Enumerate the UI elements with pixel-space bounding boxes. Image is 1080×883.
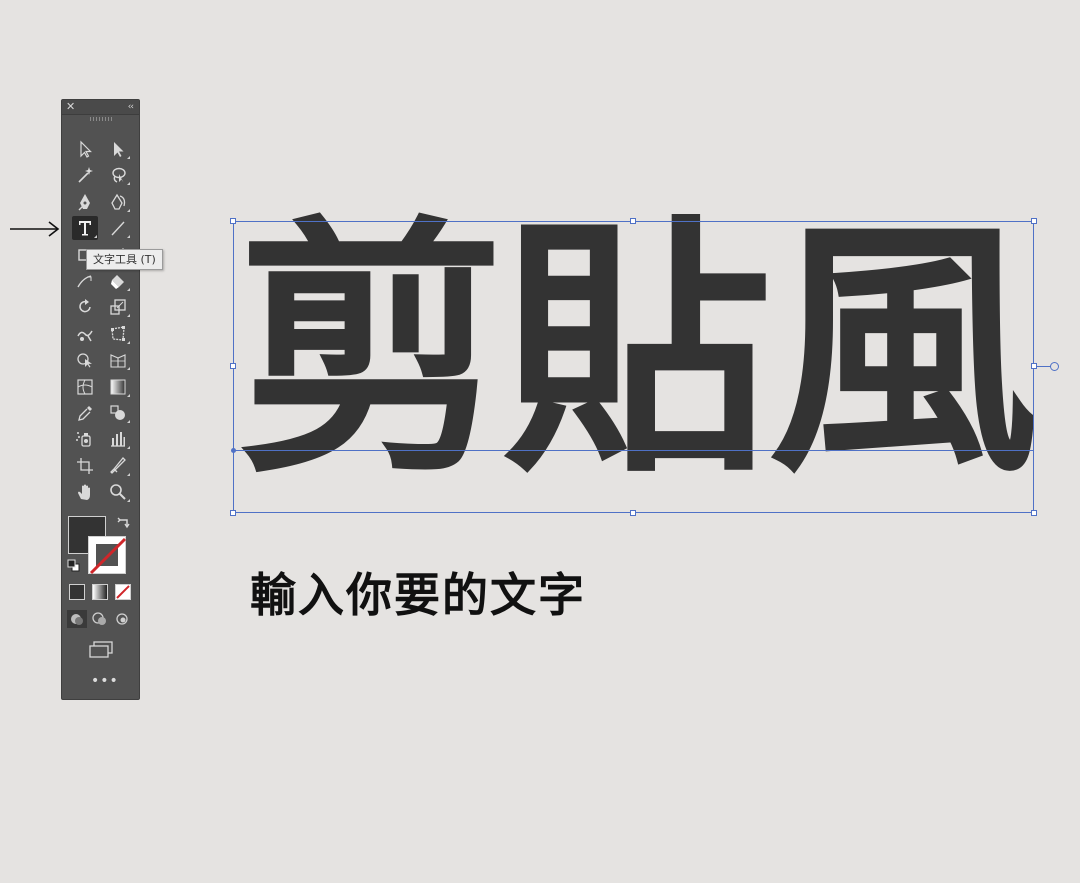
flyout-indicator [127, 182, 130, 186]
flyout-indicator [94, 235, 97, 239]
color-mode-button[interactable] [69, 584, 85, 600]
eraser-icon [111, 275, 124, 289]
mesh-tool[interactable] [72, 375, 98, 399]
lasso-tool[interactable] [105, 163, 131, 187]
shape-builder-icon [77, 353, 92, 368]
symbol-sprayer-icon [76, 432, 91, 448]
arrow-solid-icon [114, 142, 124, 157]
gradient-mode-button[interactable] [92, 584, 108, 600]
perspective-grid-icon [110, 354, 126, 368]
pointer-arrow-icon [10, 221, 60, 237]
direct-selection-tool[interactable] [105, 137, 131, 161]
handle-bottom-center[interactable] [630, 510, 636, 516]
artboard-tool[interactable] [72, 454, 98, 478]
flyout-indicator [127, 446, 130, 450]
rotate-tool[interactable] [72, 295, 98, 319]
pen-icon [78, 193, 90, 211]
flyout-indicator [127, 472, 130, 476]
none-mode-button[interactable] [115, 584, 131, 600]
handle-middle-left[interactable] [230, 363, 236, 369]
edit-toolbar-icon[interactable]: ••• [91, 674, 119, 688]
caption-text: 輸入你要的文字 [250, 568, 586, 622]
handle-top-center[interactable] [630, 218, 636, 224]
draw-normal-icon[interactable] [67, 610, 87, 628]
selection-tool[interactable] [72, 137, 98, 161]
draw-inside-icon[interactable] [112, 610, 132, 628]
symbol-sprayer-tool[interactable] [72, 427, 98, 451]
handle-top-right[interactable] [1031, 218, 1037, 224]
text-threading-line [1037, 366, 1051, 367]
artboard-icon [77, 457, 93, 474]
gradient-tool[interactable] [105, 375, 131, 399]
zoom-icon [110, 484, 126, 500]
swap-colors-icon[interactable] [117, 516, 131, 530]
eyedropper-tool[interactable] [72, 401, 98, 425]
rotate-icon [79, 299, 91, 313]
flyout-indicator [127, 156, 130, 159]
tools-panel-header[interactable]: ✕ ‹‹ [62, 100, 139, 115]
flyout-indicator [127, 367, 130, 371]
flyout-indicator [127, 340, 130, 344]
handle-bottom-left[interactable] [230, 510, 236, 516]
text-baseline [233, 450, 1034, 451]
type-icon [79, 221, 91, 236]
screen-mode-icon[interactable] [88, 640, 114, 658]
handle-top-left[interactable] [230, 218, 236, 224]
magic-wand-tool[interactable] [72, 163, 98, 187]
line-icon [111, 221, 125, 236]
warp-tool[interactable] [72, 322, 98, 346]
close-icon[interactable]: ✕ [66, 100, 75, 114]
text-selection-box[interactable] [233, 221, 1034, 513]
zoom-tool[interactable] [105, 480, 131, 504]
curvature-tool[interactable] [105, 190, 131, 214]
column-graph-tool[interactable] [105, 427, 131, 451]
blend-tool[interactable] [105, 401, 131, 425]
perspective-grid-tool[interactable] [105, 348, 131, 372]
panel-grip[interactable] [90, 117, 112, 121]
shaper-icon [77, 275, 92, 288]
collapse-icon[interactable]: ‹‹ [128, 100, 134, 114]
magic-wand-icon [78, 167, 93, 183]
mesh-icon [77, 378, 93, 395]
flyout-indicator [127, 499, 130, 503]
eyedropper-icon [78, 406, 92, 421]
eraser-tool[interactable] [105, 269, 131, 293]
type-tool-tooltip: 文字工具 (T) [86, 249, 163, 270]
free-transform-icon [111, 325, 125, 341]
free-transform-tool[interactable] [105, 322, 131, 346]
draw-behind-icon[interactable] [90, 610, 110, 628]
slice-icon [110, 456, 126, 474]
default-colors-icon[interactable] [67, 559, 81, 573]
handle-bottom-right[interactable] [1031, 510, 1037, 516]
warp-icon [77, 330, 93, 342]
flyout-indicator [127, 393, 130, 397]
slice-tool[interactable] [105, 454, 131, 478]
blend-icon [110, 405, 125, 420]
hand-tool[interactable] [72, 480, 98, 504]
type-tool[interactable] [72, 216, 98, 241]
stroke-color-swatch[interactable] [88, 536, 127, 575]
arrow-outline-icon [80, 140, 92, 158]
baseline-anchor [231, 448, 236, 453]
no-stroke-icon [89, 537, 127, 575]
flyout-indicator [127, 235, 130, 239]
pen-tool[interactable] [72, 190, 98, 214]
lasso-icon [112, 168, 126, 184]
text-out-port[interactable] [1050, 362, 1059, 371]
shaper-tool[interactable] [72, 269, 98, 293]
flyout-indicator [127, 314, 130, 318]
scale-icon [110, 299, 126, 316]
line-segment-tool[interactable] [105, 216, 131, 240]
flyout-indicator [127, 208, 130, 212]
flyout-indicator [127, 288, 130, 291]
scale-tool[interactable] [105, 295, 131, 319]
column-graph-icon [111, 432, 125, 448]
gradient-icon [110, 379, 126, 395]
flyout-indicator [127, 420, 130, 423]
hand-icon [78, 484, 90, 501]
shape-builder-tool[interactable] [72, 348, 98, 372]
curvature-icon [111, 193, 126, 210]
